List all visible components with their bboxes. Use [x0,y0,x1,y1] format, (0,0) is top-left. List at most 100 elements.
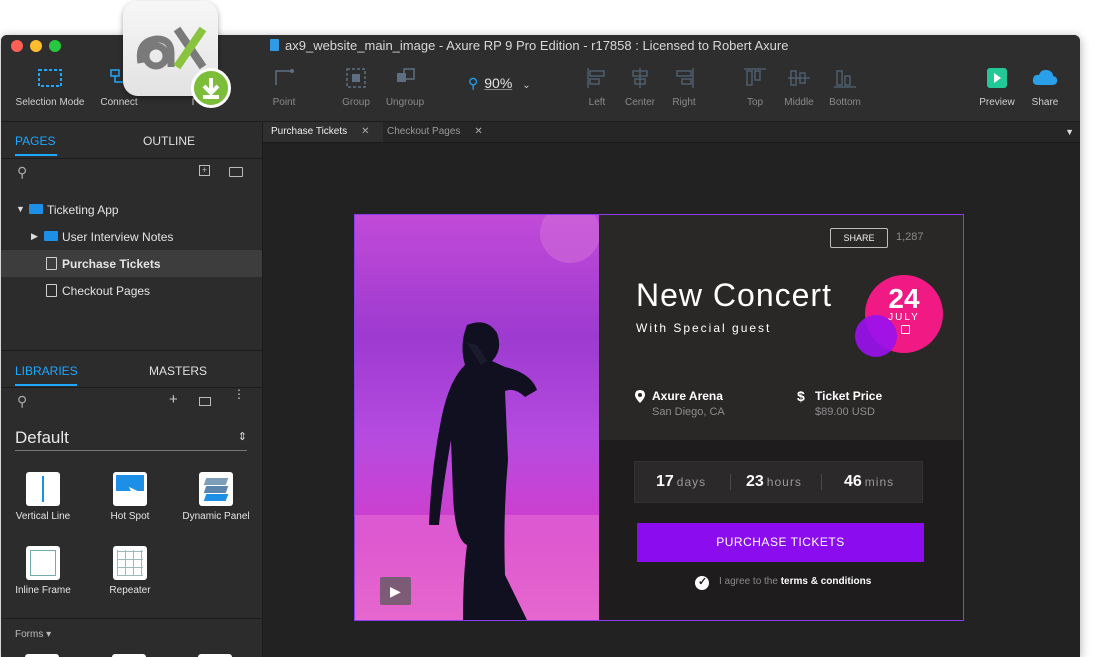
tab-outline[interactable]: OUTLINE [143,134,195,148]
pages-search-row: ⚲ + [1,159,262,187]
selection-mode-button[interactable]: Selection Mode [15,65,85,108]
widget-repeater[interactable]: Repeater [85,546,175,596]
widget-dynamic-panel[interactable]: Dynamic Panel [171,472,261,522]
ticket-card: ▶ SHARE 1,287 New Concert With Special g… [354,214,964,621]
tab-overflow-icon[interactable]: ▼ [1065,127,1074,137]
terms-link[interactable]: terms & conditions [781,576,872,587]
share-count: 1,287 [896,231,924,243]
close-tab-icon[interactable]: ✕ [361,126,369,137]
point-icon [275,69,294,85]
purchase-tickets-button[interactable]: PURCHASE TICKETS [637,523,924,562]
library-copy-icon[interactable] [199,397,211,406]
align-center-button[interactable]: Center [623,65,657,108]
align-middle-button[interactable]: Middle [781,65,817,108]
search-icon[interactable]: ⚲ [17,393,27,410]
align-bottom-button[interactable]: Bottom [827,65,863,108]
library-select-value: Default [15,428,69,447]
group-icon [346,68,366,88]
forms-section-toggle[interactable]: Forms ▾ [15,629,51,640]
play-icon [987,68,1007,88]
add-page-icon[interactable]: + [199,165,210,176]
hot-spot-icon: ➤ [113,472,147,506]
zoom-select[interactable]: ⚲ 90% ⌄ [468,75,531,92]
more-options-icon[interactable]: ⋮ [233,388,245,400]
tab-pages[interactable]: PAGES [15,134,55,148]
tab-libraries[interactable]: LIBRARIES [15,364,78,378]
library-select[interactable]: Default ⇕ [15,428,247,451]
tab-pages-indicator [15,154,57,156]
ungroup-icon [397,68,415,82]
tab-libraries-indicator [15,384,77,386]
divider [1,618,262,619]
close-tab-icon[interactable]: ✕ [474,126,482,137]
ungroup-button[interactable]: Ungroup [383,65,427,108]
vertical-line-icon [26,472,60,506]
share-event-button[interactable]: SHARE [830,228,888,248]
tree-item-label: User Interview Notes [62,230,174,244]
point-button[interactable]: Point [267,65,301,108]
window-title-text: ax9_website_main_image - Axure RP 9 Pro … [285,38,789,53]
download-badge-icon [191,68,231,108]
performer-silhouette [355,215,599,620]
libraries-tabbar: LIBRARIES MASTERS [1,352,262,386]
countdown-separator [730,474,731,490]
widget-label: Dynamic Panel [182,511,250,522]
inline-frame-icon [26,546,60,580]
tab-checkout-pages[interactable]: Checkout Pages ✕ [379,122,495,142]
minimize-window-button[interactable] [30,40,42,52]
page-icon [46,284,57,297]
align-right-button[interactable]: Right [669,65,699,108]
libraries-search-row: ⚲ + ⋮ [1,388,262,416]
event-title: New Concert [636,277,832,313]
caret-right-icon[interactable]: ▶ [31,231,38,242]
widget-inline-frame[interactable]: Inline Frame [1,546,88,596]
widget-vertical-line[interactable]: Vertical Line [1,472,88,522]
countdown-timer: 17 days 23 hours 46 mins [634,461,923,503]
tree-item-user-interview-notes[interactable]: ▶ User Interview Notes [1,223,262,250]
align-center-label: Center [624,97,655,108]
close-window-button[interactable] [11,40,23,52]
video-play-button[interactable]: ▶ [380,577,411,605]
tree-item-ticketing-app[interactable]: ▼ Ticketing App [1,196,262,223]
selection-mode-icon [38,69,62,87]
align-top-button[interactable]: Top [741,65,769,108]
widget-hot-spot[interactable]: ➤ Hot Spot [85,472,175,522]
tree-item-label: Checkout Pages [62,284,151,298]
group-label: Group [342,97,370,108]
tab-label: Purchase Tickets [271,126,348,137]
add-library-icon[interactable]: + [169,391,178,408]
purchase-panel: 17 days 23 hours 46 mins PURCHASE TICKETS ✓… [599,440,963,620]
add-folder-icon[interactable] [229,167,243,177]
align-right-icon [676,68,694,88]
preview-button[interactable]: Preview [977,65,1017,108]
group-button[interactable]: Group [339,65,373,108]
tree-item-purchase-tickets[interactable]: Purchase Tickets [1,250,262,277]
countdown-separator [821,474,822,490]
terms-checkbox[interactable]: ✓ [695,576,709,590]
tab-purchase-tickets[interactable]: Purchase Tickets ✕ [263,122,383,142]
caret-down-icon[interactable]: ▼ [16,204,25,214]
tree-item-checkout-pages[interactable]: Checkout Pages [1,277,262,304]
event-info-panel: SHARE 1,287 New Concert With Special gue… [599,215,963,440]
select-chevron-icon: ⇕ [237,431,247,443]
download-arrow-icon [202,78,220,99]
preview-label: Preview [979,97,1015,108]
calendar-icon [901,325,910,334]
play-icon: ▶ [390,583,401,599]
design-canvas[interactable]: Purchase Tickets ✕ Checkout Pages ✕ ▼ ▶ SH… [263,122,1080,657]
zoom-window-button[interactable] [49,40,61,52]
folder-icon [29,204,43,214]
left-sidebar: PAGES OUTLINE ⚲ + ▼ Ticketing App ▶ User… [1,122,263,657]
selection-mode-label: Selection Mode [15,97,85,108]
share-button[interactable]: Share [1027,65,1063,108]
chevron-down-icon: ⌄ [522,80,531,91]
align-middle-label: Middle [784,97,814,108]
tab-masters[interactable]: MASTERS [149,364,207,378]
search-icon[interactable]: ⚲ [17,164,27,181]
align-middle-icon [788,70,810,86]
widget-label: Inline Frame [15,585,71,596]
connect-label: Connect [100,97,138,108]
widget-label: Repeater [109,585,151,596]
align-left-button[interactable]: Left [583,65,611,108]
align-left-icon [587,68,605,88]
